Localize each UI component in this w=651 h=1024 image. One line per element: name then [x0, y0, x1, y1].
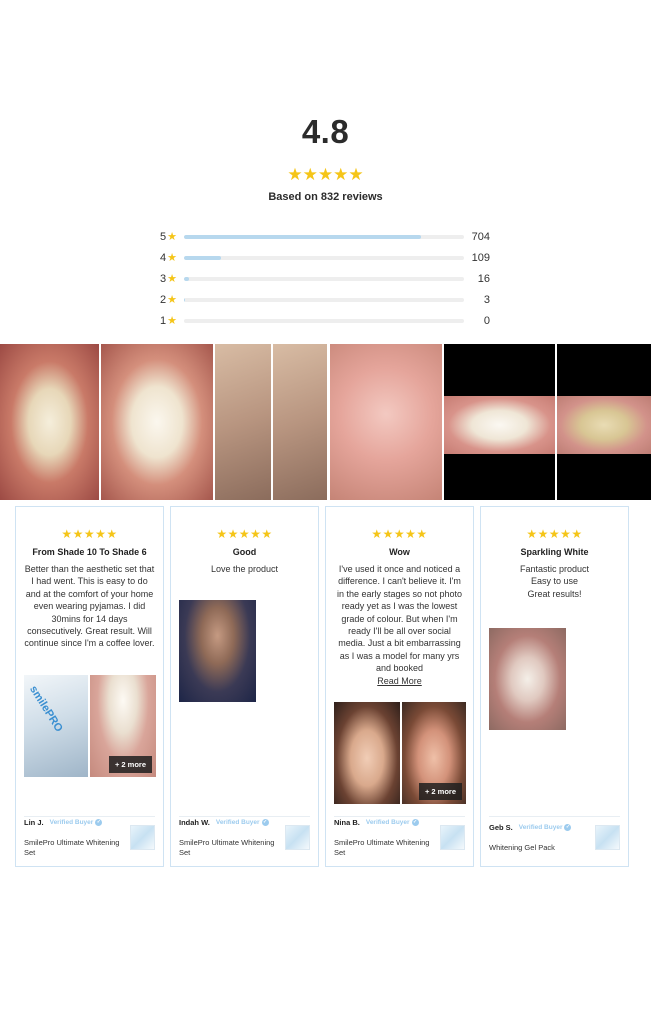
review-photos: smilePRO + 2 more: [24, 675, 156, 777]
reviewer-info: Geb S. Verified Buyer ✓: [489, 823, 572, 832]
review-cards: ★★★★★ From Shade 10 To Shade 6 Better th…: [15, 506, 629, 867]
verified-badge: Verified Buyer ✓: [518, 824, 572, 831]
rating-summary: 4.8 ★★★★★ Based on 832 reviews: [0, 112, 651, 203]
distribution-bar-fill: [184, 255, 221, 260]
review-count: Based on 832 reviews: [268, 191, 383, 203]
verified-badge: Verified Buyer ✓: [365, 819, 419, 826]
reviewer-info: Lin J. Verified Buyer ✓: [24, 818, 103, 827]
review-card[interactable]: ★★★★★ Sparkling White Fantastic product …: [480, 506, 629, 867]
distribution-bar: [184, 276, 464, 281]
product-thumbnail[interactable]: [130, 825, 155, 850]
read-more-link[interactable]: Read More: [326, 676, 473, 686]
gallery-photo[interactable]: [443, 344, 556, 500]
review-stars: ★★★★★: [216, 527, 273, 541]
distribution-count: 704: [471, 230, 490, 243]
product-name[interactable]: Whitening Gel Pack: [489, 843, 593, 853]
distribution-count: 109: [471, 251, 490, 264]
review-stars: ★★★★★: [61, 527, 118, 541]
distribution-bar: [184, 255, 464, 260]
reviewer-name: Indah W.: [179, 818, 210, 827]
gallery-photo[interactable]: [215, 344, 272, 500]
distribution-row[interactable]: 3 ★ 16: [160, 268, 490, 289]
review-card[interactable]: ★★★★★ From Shade 10 To Shade 6 Better th…: [15, 506, 164, 867]
star-icon: ★: [167, 252, 177, 264]
verified-badge: Verified Buyer ✓: [215, 819, 269, 826]
check-circle-icon: ✓: [564, 824, 572, 831]
check-circle-icon: ✓: [261, 819, 269, 826]
product-logo: smilePRO: [27, 683, 65, 735]
star-icon: ★: [167, 231, 177, 243]
review-card[interactable]: ★★★★★ Good Love the product Indah W. Ver…: [170, 506, 319, 867]
product-name[interactable]: SmilePro Ultimate Whitening Set: [179, 838, 283, 857]
review-photos: [489, 628, 566, 730]
star-icon: ★: [167, 315, 177, 327]
product-name[interactable]: SmilePro Ultimate Whitening Set: [334, 838, 438, 857]
verified-badge: Verified Buyer ✓: [49, 819, 103, 826]
reviewer-info: Indah W. Verified Buyer ✓: [179, 818, 269, 827]
review-stars: ★★★★★: [371, 527, 428, 541]
gallery-photo[interactable]: [0, 344, 99, 500]
distribution-row[interactable]: 2 ★ 3: [160, 289, 490, 310]
distribution-bar-fill: [184, 234, 421, 239]
review-body: Better than the aesthetic set that I had…: [24, 564, 155, 649]
review-title: Good: [232, 547, 257, 557]
review-photo[interactable]: + 2 more: [90, 675, 156, 777]
review-photo[interactable]: + 2 more: [402, 702, 466, 804]
customer-photo-gallery: [0, 344, 651, 500]
review-photo[interactable]: [334, 702, 400, 804]
distribution-bar: [184, 318, 464, 323]
review-photo[interactable]: [489, 628, 566, 730]
distribution-bar: [184, 297, 464, 302]
reviewer-name: Nina B.: [334, 818, 360, 827]
review-photos: [179, 600, 256, 702]
average-stars: ★★★★★: [0, 165, 651, 185]
review-title: From Shade 10 To Shade 6: [32, 547, 147, 557]
more-photos-badge[interactable]: + 2 more: [418, 783, 462, 800]
distribution-row[interactable]: 5 ★ 704: [160, 226, 490, 247]
review-body: I've used it once and noticed a differen…: [336, 564, 463, 674]
review-card[interactable]: ★★★★★ Wow I've used it once and noticed …: [325, 506, 474, 867]
distribution-count: 3: [483, 293, 490, 306]
gallery-photo[interactable]: [557, 344, 651, 500]
star-icon: ★: [167, 273, 177, 285]
star-icon: ★★★★★: [287, 165, 364, 184]
review-photos: + 2 more: [334, 702, 466, 804]
distribution-count: 0: [483, 314, 490, 327]
product-thumbnail[interactable]: [595, 825, 620, 850]
distribution-row[interactable]: 1 ★ 0: [160, 310, 490, 331]
gallery-photo[interactable]: [273, 344, 327, 500]
review-title: Wow: [389, 547, 410, 557]
review-body: Love the product: [210, 564, 279, 574]
review-photo[interactable]: smilePRO: [24, 675, 88, 777]
product-thumbnail[interactable]: [285, 825, 310, 850]
more-photos-badge[interactable]: + 2 more: [108, 756, 152, 773]
gallery-photo[interactable]: [329, 344, 442, 500]
check-circle-icon: ✓: [95, 819, 103, 826]
gallery-photo[interactable]: [100, 344, 214, 500]
rating-distribution: 5 ★ 704 4 ★ 109 3 ★ 16 2 ★ 3 1 ★ 0: [160, 226, 490, 331]
average-rating: 4.8: [301, 113, 350, 150]
distribution-count: 16: [477, 272, 490, 285]
review-body: Fantastic product Easy to use Great resu…: [519, 564, 590, 599]
distribution-bar-fill: [184, 276, 190, 281]
review-stars: ★★★★★: [526, 527, 583, 541]
reviewer-name: Geb S.: [489, 823, 513, 832]
distribution-row[interactable]: 4 ★ 109: [160, 247, 490, 268]
product-name[interactable]: SmilePro Ultimate Whitening Set: [24, 838, 128, 857]
review-title: Sparkling White: [520, 547, 589, 557]
star-icon: ★: [167, 294, 177, 306]
distribution-bar: [184, 234, 464, 239]
reviewer-info: Nina B. Verified Buyer ✓: [334, 818, 419, 827]
product-thumbnail[interactable]: [440, 825, 465, 850]
check-circle-icon: ✓: [411, 819, 419, 826]
reviewer-name: Lin J.: [24, 818, 44, 827]
review-photo[interactable]: [179, 600, 256, 702]
distribution-bar-fill: [184, 297, 186, 302]
